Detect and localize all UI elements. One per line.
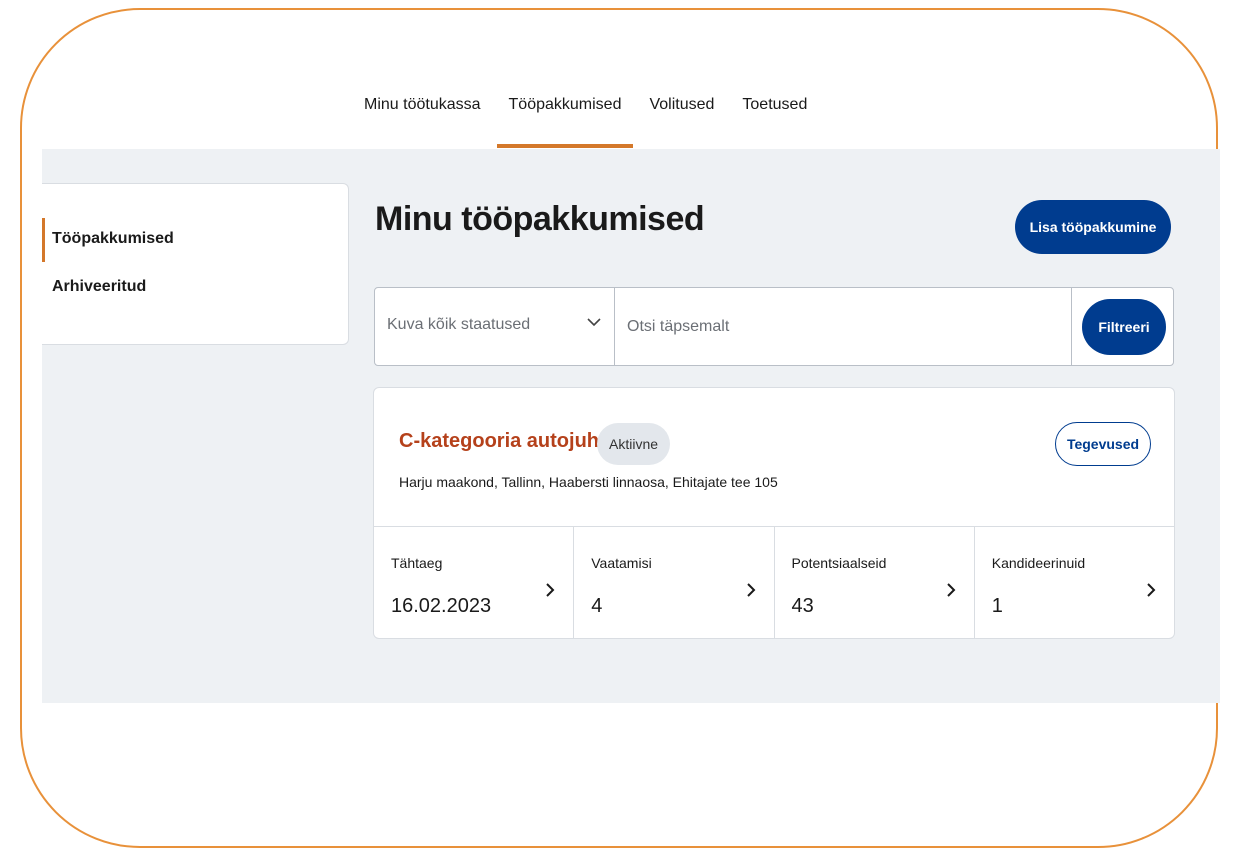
- stat-value: 1: [991, 595, 1003, 617]
- stat-value: 16.02.2023: [391, 595, 492, 617]
- sidebar: Tööpakkumised Arhiveeritud: [42, 183, 349, 345]
- page-title: Minu tööpakkumised: [375, 200, 705, 238]
- status-select[interactable]: Kuva kõik staatused: [375, 288, 615, 365]
- stat-value: 43: [791, 595, 814, 617]
- active-indicator: [42, 218, 45, 262]
- status-badge: Aktiivne: [597, 423, 671, 465]
- job-address: Harju maakond, Tallinn, Haabersti linnao…: [399, 474, 778, 490]
- stat-label: Tähtaeg: [391, 555, 443, 571]
- tab-volitused[interactable]: Volitused: [637, 88, 726, 148]
- chevron-down-icon: [587, 318, 601, 327]
- tab-minu-tootukassa[interactable]: Minu töötukassa: [352, 88, 493, 148]
- chevron-right-icon: [546, 583, 555, 597]
- tab-toetused[interactable]: Toetused: [730, 88, 819, 148]
- add-job-offer-button[interactable]: Lisa tööpakkumine: [1015, 200, 1171, 254]
- filter-bar: Kuva kõik staatused Filtreeri: [374, 287, 1174, 366]
- stat-applicants[interactable]: Kandideerinuid 1: [975, 527, 1174, 639]
- stat-label: Kandideerinuid: [991, 555, 1086, 571]
- filter-button[interactable]: Filtreeri: [1082, 299, 1166, 355]
- search-input[interactable]: [615, 288, 1070, 365]
- chevron-right-icon: [947, 583, 956, 597]
- chevron-right-icon: [746, 583, 755, 597]
- stat-value: 4: [591, 595, 603, 617]
- stat-label: Vaatamisi: [591, 555, 652, 571]
- tab-toopakkumised[interactable]: Tööpakkumised: [496, 88, 634, 148]
- stat-label: Potentsiaalseid: [791, 555, 887, 571]
- stat-views[interactable]: Vaatamisi 4: [574, 527, 775, 639]
- sidebar-item-arhiveeritud[interactable]: Arhiveeritud: [52, 278, 146, 296]
- stat-deadline[interactable]: Tähtaeg 16.02.2023: [374, 527, 575, 639]
- stat-potential[interactable]: Potentsiaalseid 43: [775, 527, 975, 639]
- job-card: C-kategooria autojuht Aktiivne Harju maa…: [373, 387, 1175, 639]
- status-select-value: Kuva kõik staatused: [387, 316, 531, 333]
- filter-divider: [1071, 288, 1072, 365]
- job-title-link[interactable]: C-kategooria autojuht: [399, 430, 606, 453]
- actions-button[interactable]: Tegevused: [1055, 422, 1151, 466]
- sidebar-item-toopakkumised[interactable]: Tööpakkumised: [52, 230, 174, 248]
- job-stats: Tähtaeg 16.02.2023 Vaatamisi 4 Potentsia…: [374, 526, 1174, 639]
- top-navigation: Minu töötukassa Tööpakkumised Volitused …: [352, 88, 823, 148]
- chevron-right-icon: [1147, 583, 1156, 597]
